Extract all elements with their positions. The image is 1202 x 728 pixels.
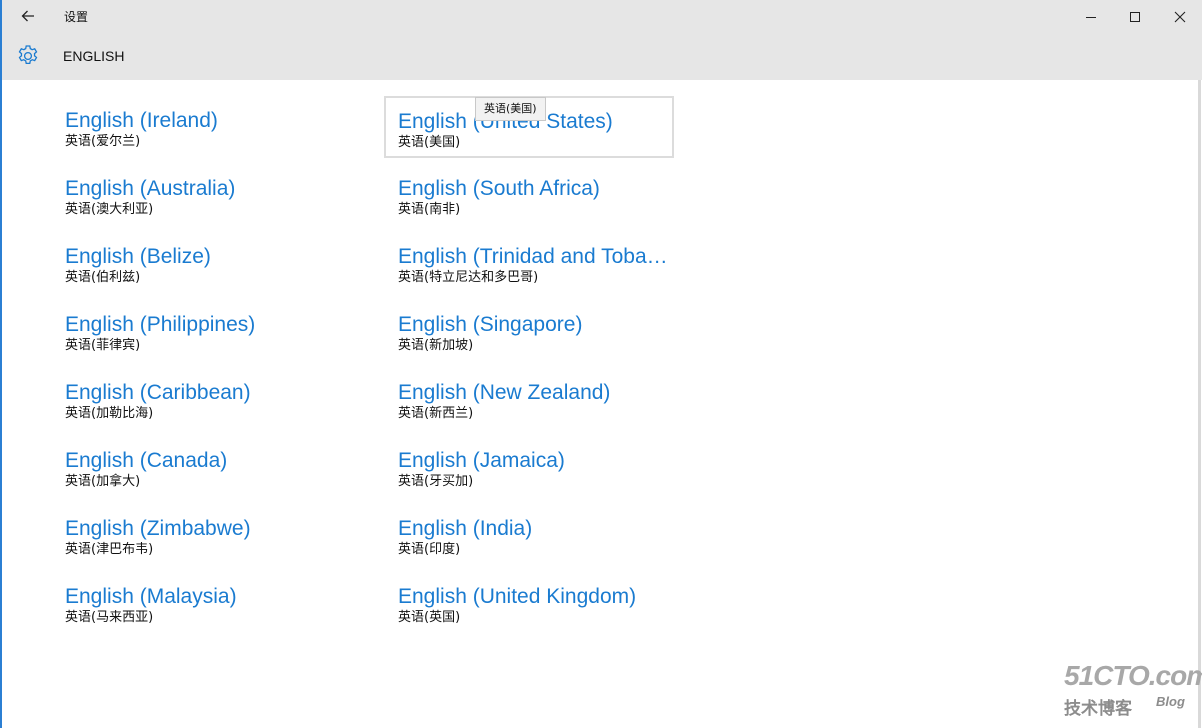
- language-native-name: 英语(新加坡): [398, 338, 474, 353]
- language-item-en-jm[interactable]: English (Jamaica) 英语(牙买加): [384, 440, 674, 502]
- language-native-name: 英语(英国): [398, 610, 461, 625]
- language-item-en-ie[interactable]: English (Ireland) 英语(爱尔兰): [51, 100, 341, 162]
- language-item-en-au[interactable]: English (Australia) 英语(澳大利亚): [51, 168, 341, 230]
- language-name: English (Belize): [65, 245, 211, 268]
- tooltip: 英语(美国): [475, 97, 546, 121]
- watermark-blog: Blog: [1156, 694, 1185, 709]
- language-item-en-ph[interactable]: English (Philippines) 英语(菲律宾): [51, 304, 341, 366]
- language-native-name: 英语(印度): [398, 542, 461, 557]
- language-name: English (New Zealand): [398, 381, 611, 404]
- language-name: English (Trinidad and Tobago): [398, 245, 674, 268]
- language-native-name: 英语(牙买加): [398, 474, 474, 489]
- watermark-main: 51CTO.com: [1064, 660, 1202, 691]
- language-item-en-029[interactable]: English (Caribbean) 英语(加勒比海): [51, 372, 341, 434]
- watermark-sub: 技术博客: [1064, 699, 1132, 718]
- language-name: English (Ireland): [65, 109, 218, 132]
- language-name: English (Zimbabwe): [65, 517, 251, 540]
- language-native-name: 英语(新西兰): [398, 406, 474, 421]
- language-item-en-ca[interactable]: English (Canada) 英语(加拿大): [51, 440, 341, 502]
- language-name: English (India): [398, 517, 533, 540]
- page-header: ENGLISH: [2, 33, 1202, 80]
- minimize-icon: [1086, 16, 1096, 18]
- language-name: English (South Africa): [398, 177, 600, 200]
- language-native-name: 英语(南非): [398, 202, 461, 217]
- language-item-en-my[interactable]: English (Malaysia) 英语(马来西亚): [51, 576, 341, 638]
- window-title: 设置: [64, 10, 89, 24]
- language-native-name: 英语(澳大利亚): [65, 202, 154, 217]
- watermark-logo: 51CTO.com 技术博客 Blog: [1062, 660, 1202, 720]
- close-button[interactable]: [1157, 0, 1202, 33]
- language-native-name: 英语(特立尼达和多巴哥): [398, 270, 539, 285]
- language-name: English (Jamaica): [398, 449, 565, 472]
- language-native-name: 英语(加勒比海): [65, 406, 154, 421]
- language-item-en-gb[interactable]: English (United Kingdom) 英语(英国): [384, 576, 674, 638]
- language-native-name: 英语(伯利兹): [65, 270, 141, 285]
- language-name: English (Australia): [65, 177, 236, 200]
- back-arrow-icon: [21, 10, 34, 22]
- gear-icon: [18, 45, 38, 65]
- language-native-name: 英语(爱尔兰): [65, 134, 141, 149]
- back-button[interactable]: [12, 2, 44, 30]
- language-name: English (Singapore): [398, 313, 583, 336]
- maximize-button[interactable]: [1112, 0, 1158, 33]
- title-bar: 设置: [2, 0, 1202, 33]
- language-item-en-za[interactable]: English (South Africa) 英语(南非): [384, 168, 674, 230]
- language-native-name: 英语(菲律宾): [65, 338, 141, 353]
- language-name: English (Canada): [65, 449, 228, 472]
- language-native-name: 英语(马来西亚): [65, 610, 154, 625]
- minimize-button[interactable]: [1068, 0, 1114, 33]
- language-name: English (United Kingdom): [398, 585, 637, 608]
- language-item-en-sg[interactable]: English (Singapore) 英语(新加坡): [384, 304, 674, 366]
- maximize-icon: [1130, 11, 1140, 22]
- language-name: English (Malaysia): [65, 585, 237, 608]
- language-item-en-nz[interactable]: English (New Zealand) 英语(新西兰): [384, 372, 674, 434]
- language-native-name: 英语(加拿大): [65, 474, 141, 489]
- language-item-en-bz[interactable]: English (Belize) 英语(伯利兹): [51, 236, 341, 298]
- language-native-name: 英语(津巴布韦): [65, 542, 154, 557]
- close-icon: [1174, 11, 1186, 22]
- language-item-en-in[interactable]: English (India) 英语(印度): [384, 508, 674, 570]
- language-item-en-tt[interactable]: English (Trinidad and Tobago) 英语(特立尼达和多巴…: [384, 236, 674, 298]
- language-item-en-zw[interactable]: English (Zimbabwe) 英语(津巴布韦): [51, 508, 341, 570]
- window-frame-edge: [0, 0, 2, 728]
- language-name: English (Caribbean): [65, 381, 251, 404]
- page-title: ENGLISH: [63, 48, 125, 64]
- language-native-name: 英语(美国): [398, 135, 461, 150]
- scrollbar[interactable]: [1198, 80, 1201, 728]
- language-name: English (Philippines): [65, 313, 256, 336]
